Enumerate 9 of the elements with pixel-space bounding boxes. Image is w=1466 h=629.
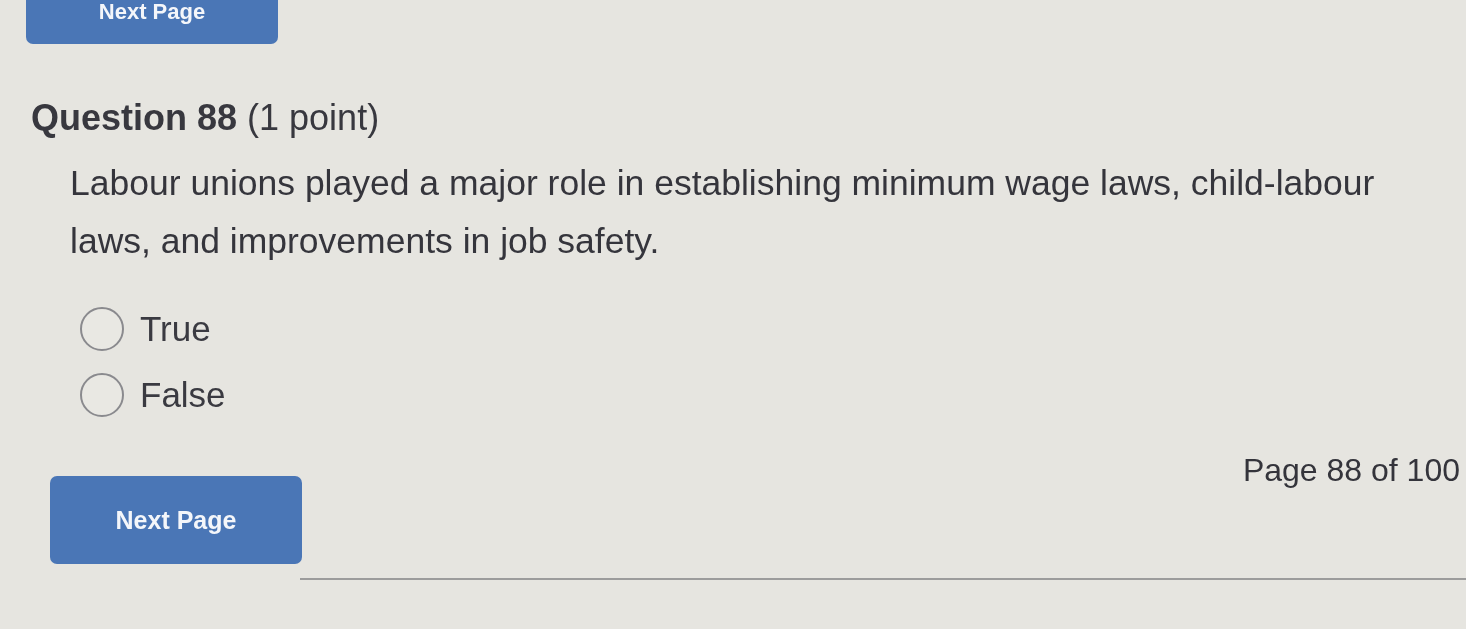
radio-button[interactable] [80,373,124,417]
next-page-button[interactable]: Next Page [26,0,278,44]
option-label: True [140,309,211,349]
radio-button[interactable] [80,307,124,351]
question-text: Labour unions played a major role in establishing minimum wage laws, child-labour laws, and improvements in job safety. [70,162,1376,263]
question-title: Question 88 (1 point) [31,96,380,140]
page-indicator: Page 88 of 100 [1242,452,1460,489]
option-label: False [140,375,226,415]
next-page-button[interactable]: Next Page [50,476,302,564]
